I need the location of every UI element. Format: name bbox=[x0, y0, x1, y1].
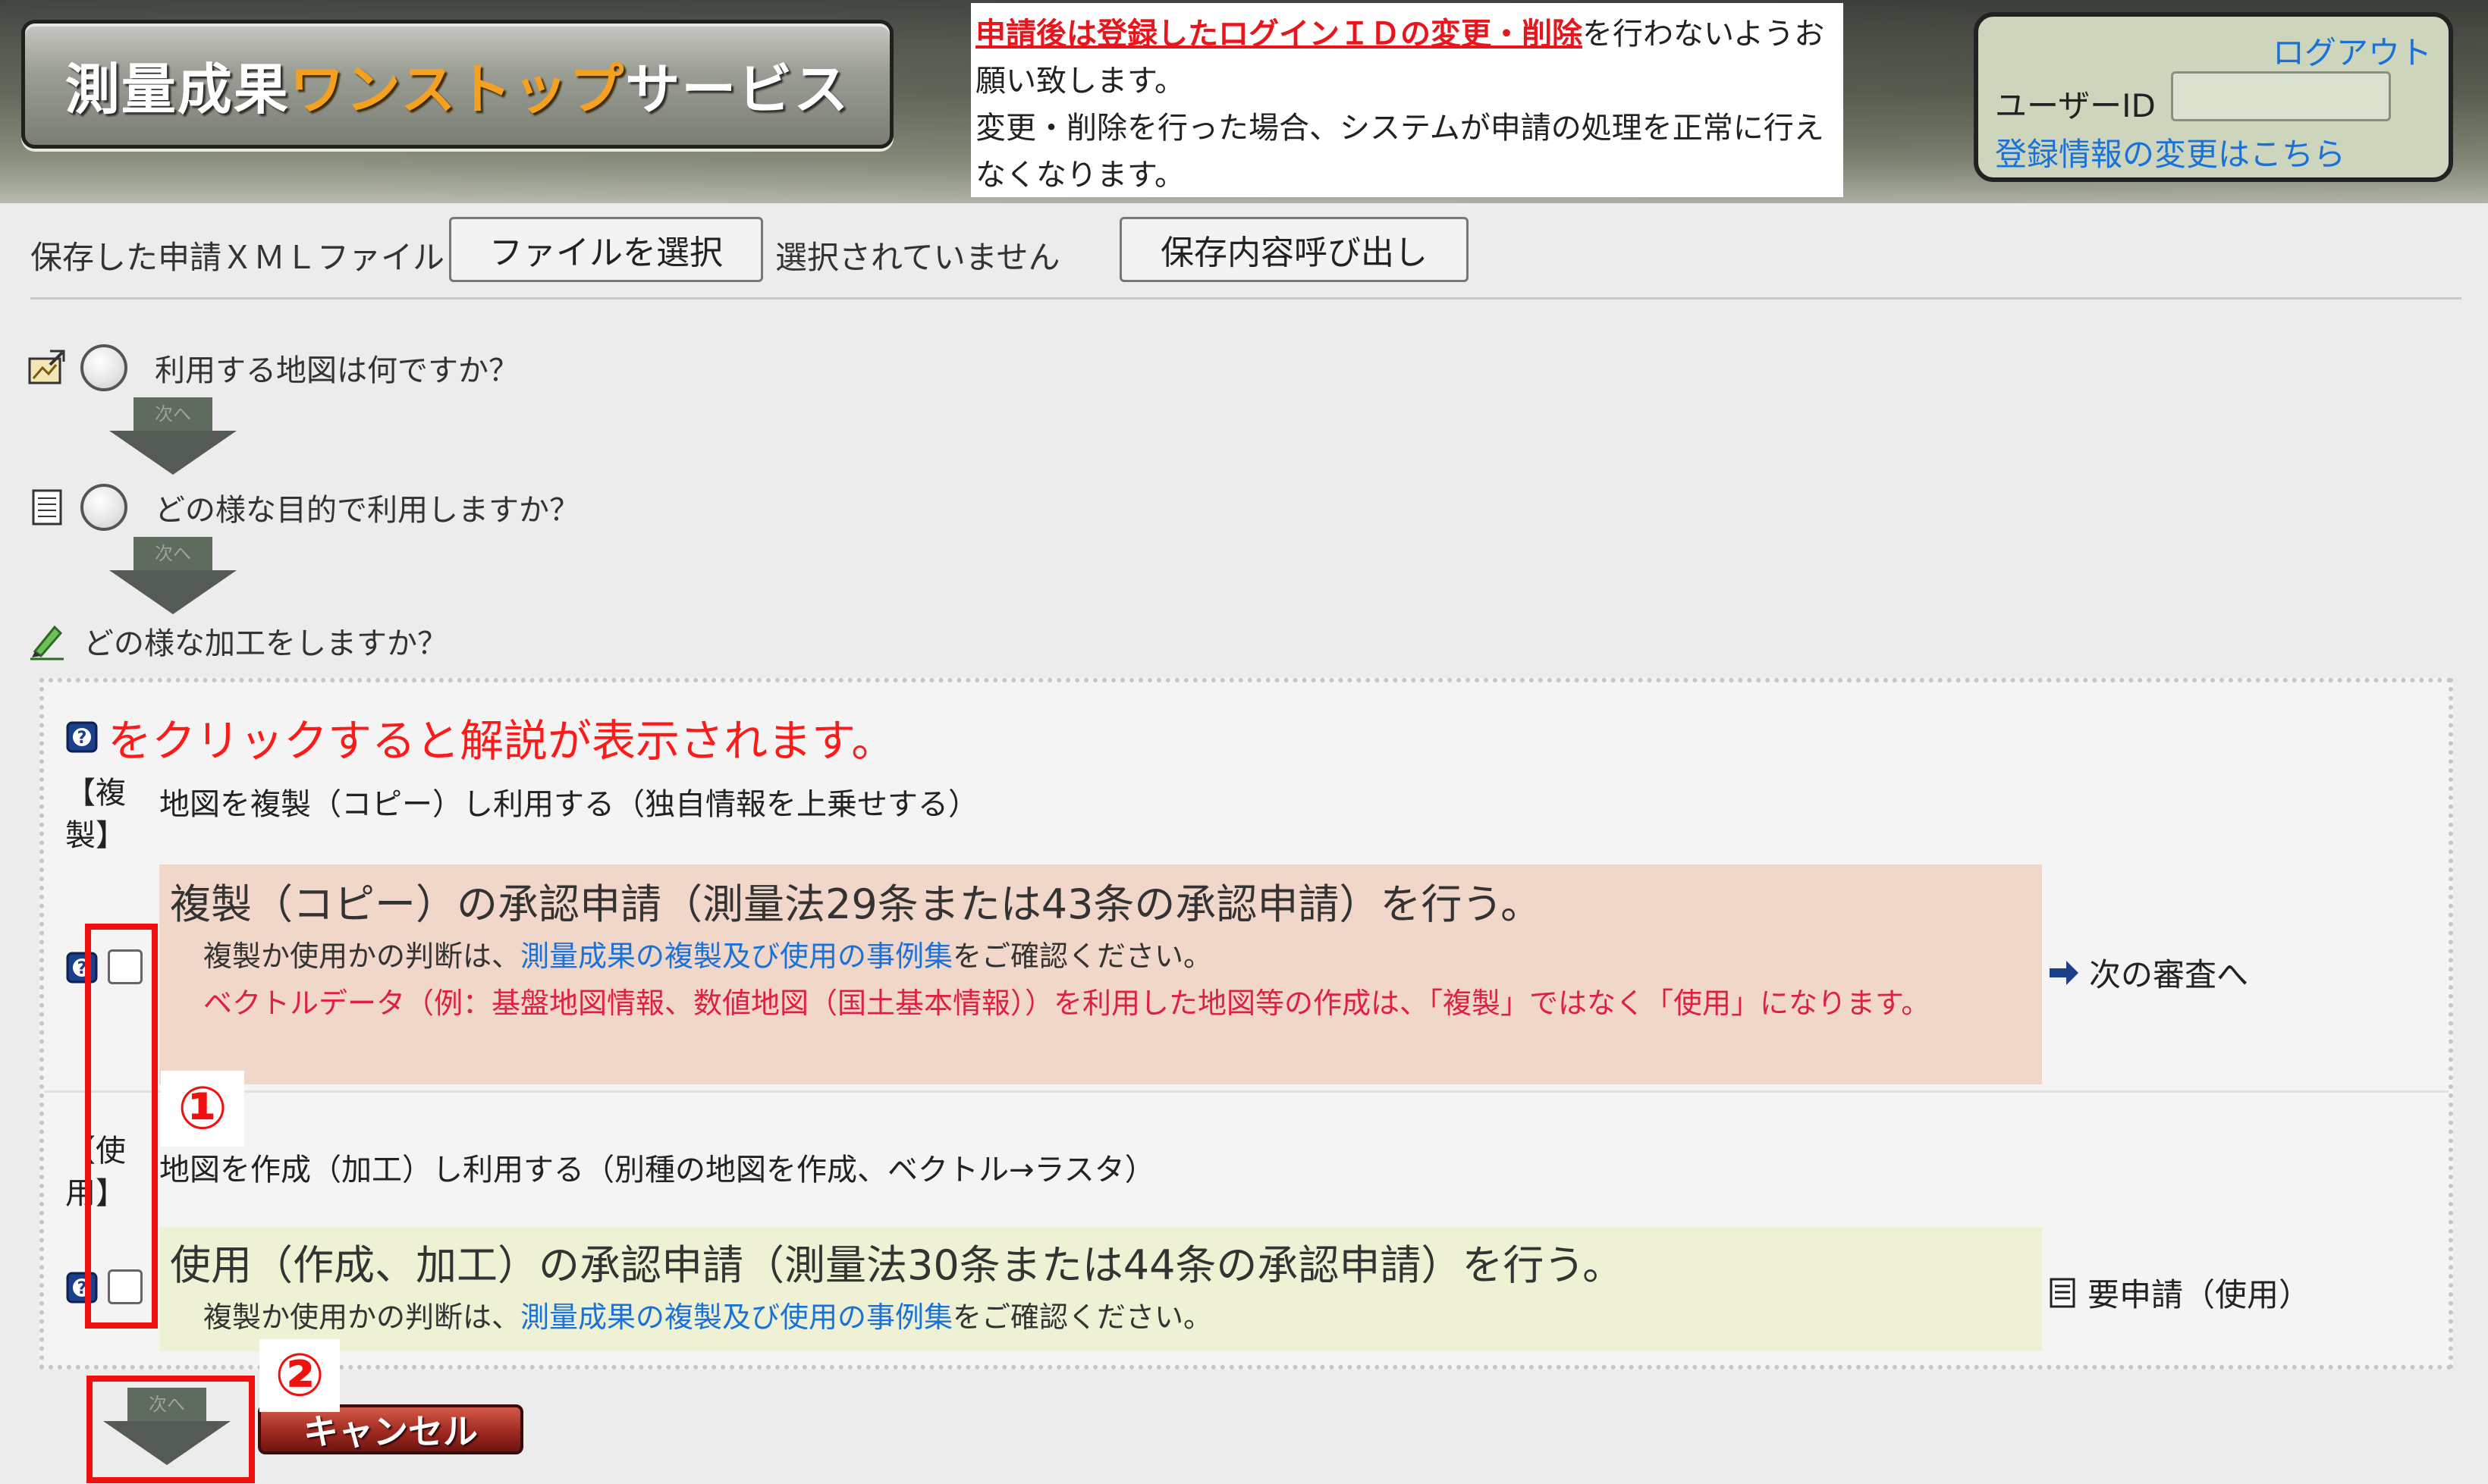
annotation-box-next bbox=[86, 1376, 255, 1483]
note-text: 複製か使用かの判断は、 bbox=[203, 1300, 521, 1334]
userid-label: ユーザーID bbox=[1995, 87, 2156, 124]
step-processing: どの様な加工をしますか？ bbox=[27, 614, 448, 667]
notice-text-2: 変更・削除を行った場合、システムが申請の処理を正常に行えなくなります。 bbox=[975, 111, 1824, 193]
case-examples-link[interactable]: 測量成果の複製及び使用の事例集 bbox=[520, 940, 953, 973]
divider bbox=[30, 297, 2461, 300]
note-text: 複製か使用かの判断は、 bbox=[203, 940, 521, 973]
copy-category-desc: 地図を複製（コピー）し利用する（独自情報を上乗せする） bbox=[159, 787, 979, 822]
notice-warning: 申請後は登録したログインＩＤの変更・削除 bbox=[975, 17, 1582, 52]
annotation-badge-2: ② bbox=[259, 1339, 340, 1412]
copy-option-box: 複製（コピー）の承認申請（測量法29条または43条の承認申請）を行う。 複製か使… bbox=[159, 864, 2042, 1084]
copy-category-label: 【複製】 bbox=[65, 776, 126, 853]
logo-text-part2: ワンストップ bbox=[289, 57, 626, 121]
copy-option-title: 複製（コピー）の承認申請（測量法29条または43条の承認申請）を行う。 bbox=[170, 880, 1542, 928]
help-icon: ? bbox=[66, 721, 98, 753]
notice-box: 申請後は登録したログインＩＤの変更・削除を行わないようお願い致します。 変更・削… bbox=[971, 3, 1843, 197]
user-box: ログアウト ユーザーID 登録情報の変更はこちら bbox=[1974, 12, 2453, 182]
file-label: 保存した申請ＸＭＬファイル bbox=[30, 239, 445, 276]
use-result-text: 要申請（使用） bbox=[2087, 1276, 2311, 1313]
annotation-box-checkboxes bbox=[85, 924, 158, 1329]
copy-option-vector-note: ベクトルデータ（例：基盤地図情報、数値地図（国土基本情報））を利用した地図等の作… bbox=[203, 987, 1930, 1020]
file-load-row: 保存した申請ＸＭＬファイル ファイルを選択 選択されていません 保存内容呼び出し bbox=[30, 217, 2458, 285]
service-logo[interactable]: 測量成果 ワンストップ サービス bbox=[21, 20, 894, 149]
logo-text-part1: 測量成果 bbox=[64, 57, 290, 121]
note-text: をご確認ください。 bbox=[953, 940, 1213, 973]
logo-text-part3: サービス bbox=[625, 57, 850, 121]
userid-field[interactable] bbox=[2171, 71, 2391, 121]
use-category-desc: 地図を作成（加工）し利用する（別種の地図を作成、ベクトル→ラスタ） bbox=[159, 1153, 1155, 1188]
use-option-note: 複製か使用かの判断は、測量成果の複製及び使用の事例集をご確認ください。 bbox=[203, 1294, 1212, 1335]
arrow-right-icon bbox=[2050, 960, 2078, 985]
divider bbox=[44, 1090, 2449, 1093]
map-icon bbox=[28, 350, 65, 384]
document-icon bbox=[2050, 1278, 2075, 1307]
next-arrow-1[interactable]: 次へ bbox=[105, 394, 241, 478]
copy-result: 次の審査へ bbox=[2047, 949, 2248, 996]
header-banner: 測量成果 ワンストップ サービス 申請後は登録したログインＩＤの変更・削除を行わない… bbox=[0, 0, 2488, 203]
step-purpose: どの様な目的で利用しますか？ bbox=[27, 481, 580, 534]
step-map: 利用する地図は何ですか？ bbox=[27, 341, 519, 394]
hint-row: ? をクリックすると解説が表示されます。 bbox=[65, 705, 895, 769]
processing-panel: ? をクリックすると解説が表示されます。 【複製】 地図を複製（コピー）し利用す… bbox=[39, 678, 2453, 1369]
hint-text: をクリックすると解説が表示されます。 bbox=[108, 715, 896, 767]
step-status-circle bbox=[80, 344, 127, 391]
next-arrow-label: 次へ bbox=[155, 403, 191, 425]
step-status-circle bbox=[80, 484, 127, 531]
copy-result-text: 次の審査へ bbox=[2089, 956, 2249, 993]
next-arrow-2[interactable]: 次へ bbox=[105, 534, 241, 617]
note-text: をご確認ください。 bbox=[953, 1300, 1213, 1334]
next-arrow-label: 次へ bbox=[155, 543, 191, 564]
pencil-icon bbox=[30, 625, 64, 660]
step-question: どの様な目的で利用しますか？ bbox=[155, 493, 580, 528]
use-option-title: 使用（作成、加工）の承認申請（測量法30条または44条の承認申請）を行う。 bbox=[170, 1241, 1624, 1289]
case-examples-link[interactable]: 測量成果の複製及び使用の事例集 bbox=[520, 1300, 953, 1334]
change-registration-link[interactable]: 登録情報の変更はこちら bbox=[1995, 129, 2345, 175]
annotation-badge-1: ① bbox=[161, 1071, 244, 1147]
copy-option-note: 複製か使用かの判断は、測量成果の複製及び使用の事例集をご確認ください。 bbox=[203, 933, 1212, 974]
document-icon bbox=[32, 489, 62, 526]
use-result: 要申請（使用） bbox=[2047, 1269, 2311, 1316]
no-file-text: 選択されていません bbox=[775, 239, 1060, 276]
step-question: どの様な加工をしますか？ bbox=[83, 626, 448, 661]
load-saved-button[interactable]: 保存内容呼び出し bbox=[1120, 217, 1469, 282]
svg-text:?: ? bbox=[77, 729, 87, 748]
choose-file-button[interactable]: ファイルを選択 bbox=[449, 217, 763, 282]
logout-link[interactable]: ログアウト bbox=[2273, 27, 2432, 74]
step-question: 利用する地図は何ですか？ bbox=[155, 353, 519, 388]
use-option-box: 使用（作成、加工）の承認申請（測量法30条または44条の承認申請）を行う。 複製… bbox=[159, 1227, 2042, 1351]
